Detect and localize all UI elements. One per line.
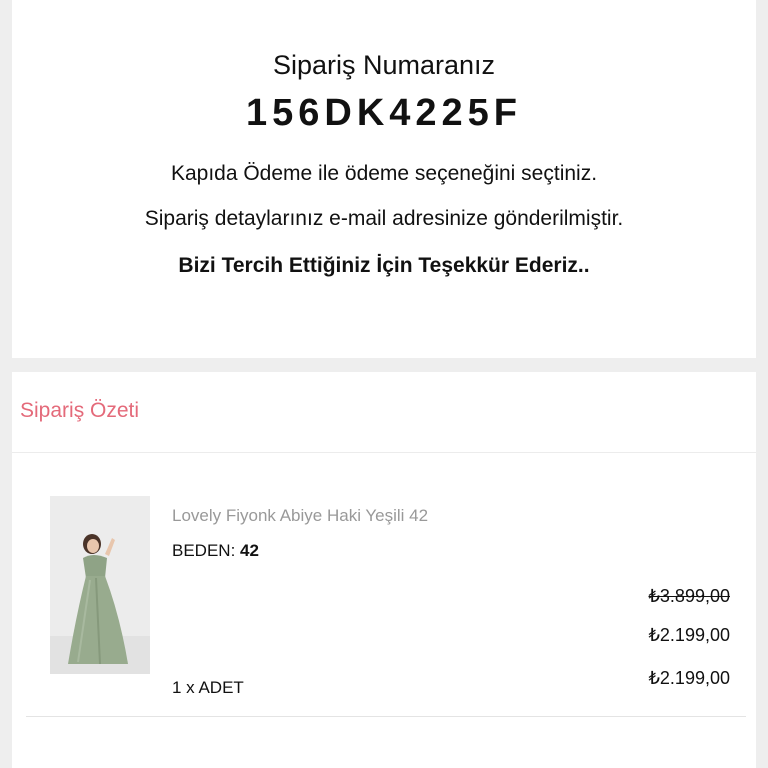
- summary-divider: [12, 452, 756, 453]
- line-total-price: ₺2.199,00: [648, 668, 730, 688]
- item-divider: [26, 716, 746, 717]
- order-summary-title: Sipariş Özeti: [20, 399, 140, 422]
- email-sent-message: Sipariş detaylarınız e-mail adresinize g…: [144, 207, 624, 230]
- order-number: 156DK4225F: [245, 92, 523, 134]
- size-label: BEDEN:: [172, 541, 236, 560]
- product-quantity: 1 x ADET: [172, 678, 244, 697]
- dress-photo-icon: [50, 496, 150, 674]
- product-size: BEDEN: 42: [172, 541, 259, 561]
- order-confirmation-card: Sipariş Numaranız 156DK4225F Kapıda Ödem…: [12, 0, 756, 358]
- original-price: ₺3.899,00: [648, 586, 730, 606]
- size-value: 42: [240, 541, 259, 560]
- discounted-price: ₺2.199,00: [648, 625, 730, 645]
- payment-method-message: Kapıda Ödeme ile ödeme seçeneğini seçtin…: [170, 162, 598, 185]
- product-name-link[interactable]: Lovely Fiyonk Abiye Haki Yeşili 42: [172, 506, 428, 526]
- product-image[interactable]: [50, 496, 150, 674]
- order-summary-card: Sipariş Özeti Lovely Fiyonk Abiye Haki Y…: [12, 372, 756, 768]
- order-number-label: Sipariş Numaranız: [272, 50, 496, 80]
- thank-you-message: Bizi Tercih Ettiğiniz İçin Teşekkür Eder…: [178, 254, 590, 277]
